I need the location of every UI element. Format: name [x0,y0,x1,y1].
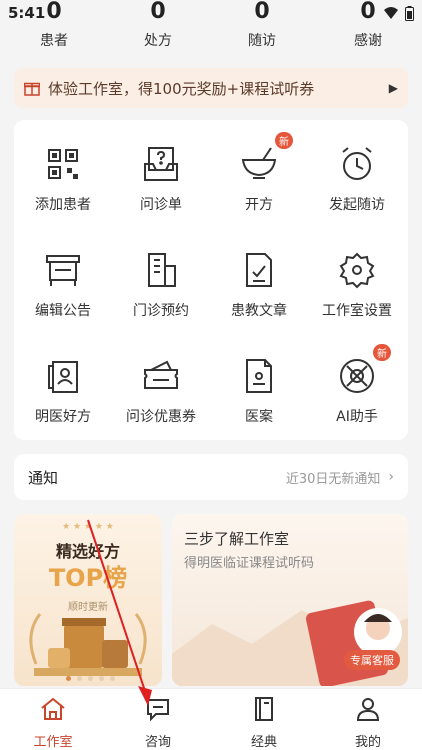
coupon-icon [144,360,178,389]
notice-title: 通知 [28,468,59,487]
home-icon [41,697,65,720]
case-folder-icon [246,359,272,393]
grid-item-edit-notice[interactable]: 编辑公告 [14,250,112,320]
status-icons [383,5,414,21]
building-icon [148,253,176,287]
stat-label: 患者 [40,33,68,49]
grid-item-appointment[interactable]: 门诊预约 [112,250,210,320]
customer-service-badge[interactable]: 专属客服 [344,650,400,670]
profile-icon [356,698,380,721]
chat-icon [147,699,169,722]
status-time: 5:41 [8,4,46,22]
promo-text: 体验工作室，得100元奖励+课程试听券 [48,79,315,98]
tab-studio[interactable]: 工作室 [13,695,93,750]
battery-icon [405,5,414,21]
grid-item-questionnaire[interactable]: 问诊单 [112,144,210,214]
promo-banner[interactable]: 体验工作室，得100元奖励+课程试听券 ▶ [14,68,408,108]
notice-row[interactable]: 通知 近30日无新通知 › [14,454,408,500]
grid-label: 编辑公告 [35,303,91,319]
grid-item-ai-assistant[interactable]: 新 AI助手 [308,344,406,426]
function-grid: 添加患者 问诊单 新 开方 发起随访 编辑公告 门诊预约 患教文章 工作室设置 … [14,120,408,440]
grid-label: 添加患者 [35,197,91,213]
chevron-right-icon: › [388,469,394,485]
wifi-icon [384,7,398,19]
tab-label: 经典 [250,735,277,750]
tab-label: 工作室 [33,735,73,750]
book-icon [255,697,273,721]
grid-label: 明医好方 [35,409,91,425]
grid-label: 发起随访 [329,197,385,213]
herb-bottles-illustration-icon [29,613,147,676]
bottom-tab-bar: 工作室 咨询 经典 我的 [0,688,422,750]
grid-label: 问诊单 [140,197,182,213]
grid-label: 工作室设置 [322,303,392,319]
grid-item-articles[interactable]: 患教文章 [210,250,308,320]
grid-label: 问诊优惠券 [126,409,196,425]
qr-scan-icon [48,149,78,179]
grid-label: 开方 [245,197,273,213]
notice-hint: 近30日无新通知 [285,471,381,487]
ai-orb-icon [340,359,374,393]
grid-label: 患教文章 [231,303,287,319]
grid-item-cases[interactable]: 医案 [210,356,308,426]
doctor-card-icon [48,361,78,393]
top-recipes-banner[interactable]: ★ ★ ★ ★ ★ 精选好方 TOP榜 顺时更新 [14,514,162,686]
tab-label: 咨询 [144,735,171,750]
inbox-question-icon [144,147,178,181]
document-check-icon [246,253,272,287]
tab-label: 我的 [354,735,381,750]
stat-label: 处方 [144,33,172,49]
learn-studio-banner[interactable]: 三步了解工作室 得明医临证课程试听码 专属客服 [172,514,408,686]
grid-item-coupons[interactable]: 问诊优惠券 [112,356,210,426]
tab-classics[interactable]: 经典 [224,695,304,750]
alarm-clock-icon [342,147,372,180]
status-bar: 5:41 [0,0,422,26]
tab-me[interactable]: 我的 [328,695,408,750]
stat-label: 感谢 [354,33,382,49]
grid-label: 门诊预约 [133,303,189,319]
gift-icon [24,82,40,96]
grid-item-prescribe[interactable]: 新 开方 [210,132,308,214]
notice-board-icon [46,255,80,286]
grid-label: 医案 [245,409,273,425]
new-badge: 新 [275,132,293,149]
grid-item-studio-settings[interactable]: 工作室设置 [308,250,406,320]
grid-item-good-recipes[interactable]: 明医好方 [14,356,112,426]
grid-item-follow-up[interactable]: 发起随访 [308,144,406,214]
grid-item-add-patient[interactable]: 添加患者 [14,144,112,214]
gear-icon [339,252,375,289]
play-arrow-icon: ▶ [388,81,398,95]
stat-label: 随访 [248,33,276,49]
mortar-icon [241,147,277,179]
tab-consult[interactable]: 咨询 [118,695,198,750]
new-badge: 新 [373,344,391,361]
grid-label: AI助手 [336,409,378,425]
carousel-dots [66,676,115,681]
